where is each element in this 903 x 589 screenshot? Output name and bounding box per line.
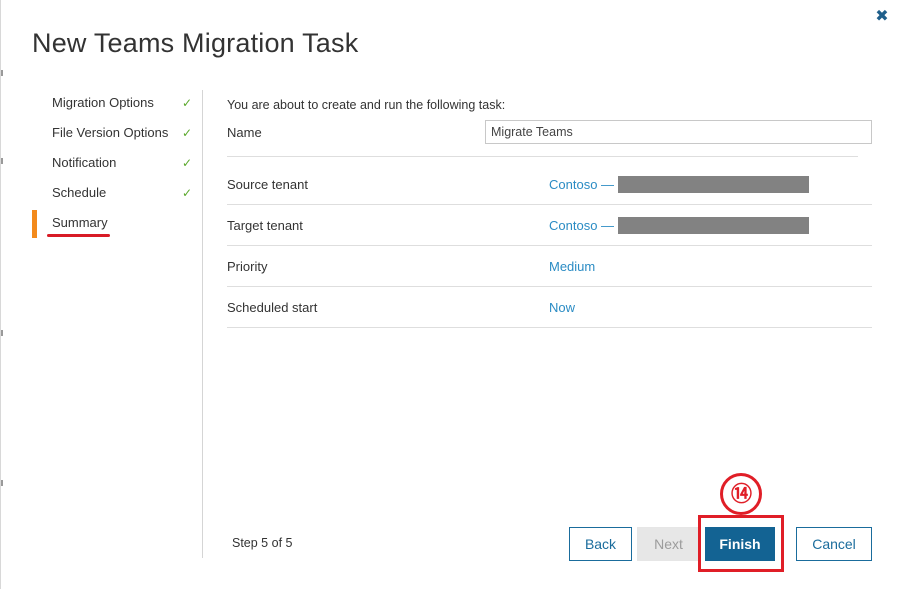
redacted-block	[618, 217, 810, 235]
annotation-underline	[47, 234, 110, 237]
back-button[interactable]: Back	[569, 527, 632, 561]
edge-mark	[1, 158, 3, 164]
row-value: Contoso —	[549, 164, 810, 205]
name-label: Name	[227, 125, 262, 140]
edge-mark	[1, 70, 3, 76]
row-label: Target tenant	[227, 218, 303, 233]
row-value: Contoso —	[549, 205, 810, 246]
sidebar-item-label: Notification	[52, 155, 117, 170]
sidebar-item-label: Summary	[52, 215, 108, 230]
sidebar-item-migration-options[interactable]: Migration Options ✓	[32, 90, 202, 120]
edge-mark	[1, 330, 3, 336]
redacted-block	[618, 176, 810, 194]
cancel-button[interactable]: Cancel	[796, 527, 872, 561]
active-step-indicator	[32, 210, 37, 238]
edge-mark	[1, 480, 3, 486]
sidebar-item-schedule[interactable]: Schedule ✓	[32, 180, 202, 210]
checkmark-icon: ✓	[182, 96, 193, 110]
step-indicator: Step 5 of 5	[232, 536, 293, 550]
row-label: Scheduled start	[227, 300, 318, 315]
summary-panel: You are about to create and run the foll…	[227, 98, 872, 328]
row-label: Source tenant	[227, 177, 308, 192]
name-row: Name	[227, 120, 872, 157]
target-tenant-value: Contoso —	[549, 218, 615, 233]
annotation-step-number: ⑭	[720, 473, 762, 515]
sidebar-item-label: Schedule	[52, 185, 107, 200]
sidebar-item-label: Migration Options	[52, 95, 154, 110]
wizard-steps-nav: Migration Options ✓ File Version Options…	[32, 90, 202, 240]
dialog-title: New Teams Migration Task	[32, 28, 359, 58]
row-label: Priority	[227, 259, 268, 274]
sidebar-item-label: File Version Options	[52, 125, 169, 140]
sidebar-item-file-version-options[interactable]: File Version Options ✓	[32, 120, 202, 150]
priority-row: Priority Medium	[227, 246, 872, 287]
target-tenant-row: Target tenant Contoso —	[227, 205, 872, 246]
close-icon[interactable]: ✖	[875, 9, 889, 25]
scheduled-start-value: Now	[549, 300, 576, 315]
checkmark-icon: ✓	[182, 156, 193, 170]
summary-intro: You are about to create and run the foll…	[227, 98, 506, 112]
checkmark-icon: ✓	[182, 126, 193, 140]
vertical-divider	[202, 90, 203, 558]
migration-task-dialog: ✖ New Teams Migration Task Migration Opt…	[0, 0, 903, 589]
task-name-input[interactable]	[485, 120, 872, 144]
checkmark-icon: ✓	[182, 186, 193, 200]
scheduled-start-row: Scheduled start Now	[227, 287, 872, 328]
next-button[interactable]: Next	[637, 527, 700, 561]
priority-value: Medium	[549, 259, 596, 274]
source-tenant-value: Contoso —	[549, 177, 615, 192]
sidebar-item-notification[interactable]: Notification ✓	[32, 150, 202, 180]
annotation-highlight-box	[698, 515, 784, 572]
source-tenant-row: Source tenant Contoso —	[227, 164, 872, 205]
